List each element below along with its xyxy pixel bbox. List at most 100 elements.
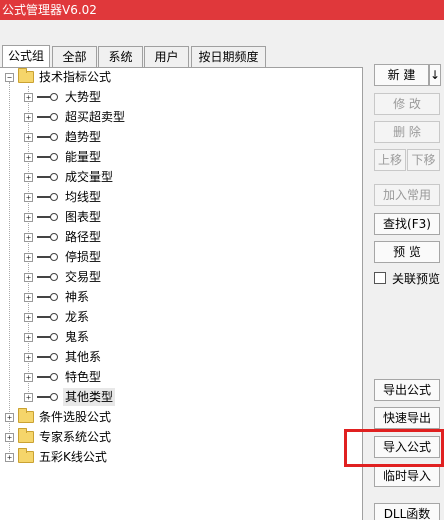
tree-node-label: 五彩K线公式 <box>39 450 107 464</box>
key-icon <box>37 92 59 102</box>
expand-icon[interactable]: + <box>24 92 33 102</box>
move-up-button[interactable]: 上移 <box>374 149 406 171</box>
tree-item-label: 均线型 <box>65 190 102 204</box>
expand-icon[interactable]: + <box>5 412 14 422</box>
key-icon <box>37 252 59 262</box>
tree-item[interactable]: + 神系 <box>24 287 91 307</box>
tree-node-label: 技术指标公式 <box>39 70 112 84</box>
tab-formula-group[interactable]: 公式组 <box>2 45 50 68</box>
key-icon <box>37 272 59 282</box>
key-icon <box>37 112 59 122</box>
tree-item-label: 交易型 <box>65 270 102 284</box>
delete-button[interactable]: 删 除 <box>374 121 440 143</box>
formula-tree-panel: − 技术指标公式 + 大势型 + 超买超卖型 + 趋势型 + 能量型 + 成交量型 + 均线… <box>0 67 363 520</box>
new-button[interactable]: 新 建 <box>374 64 429 86</box>
key-icon <box>37 332 59 342</box>
tree-item[interactable]: + 能量型 <box>24 147 103 167</box>
expand-icon[interactable]: + <box>24 312 33 322</box>
tree-item-label-selected: 其他类型 <box>63 388 116 406</box>
expand-icon[interactable]: + <box>24 252 33 262</box>
key-icon <box>37 132 59 142</box>
expand-icon[interactable]: + <box>24 232 33 242</box>
tree-item[interactable]: + 成交量型 <box>24 167 115 187</box>
key-icon <box>37 352 59 362</box>
expand-icon[interactable]: + <box>24 172 33 182</box>
key-icon <box>37 292 59 302</box>
tree-item[interactable]: + 图表型 <box>24 207 103 227</box>
key-icon <box>37 192 59 202</box>
associated-preview-checkbox[interactable]: 关联预览 <box>374 270 440 286</box>
expand-icon[interactable]: + <box>5 432 14 442</box>
expand-icon[interactable]: + <box>24 132 33 142</box>
tab-by-date-frequency[interactable]: 按日期频度 <box>191 46 266 68</box>
key-icon <box>37 372 59 382</box>
tree-item[interactable]: + 停损型 <box>24 247 103 267</box>
new-dropdown-arrow-icon[interactable]: ↓ <box>429 64 441 86</box>
tree-item[interactable]: + 路径型 <box>24 227 103 247</box>
tree-item-label: 神系 <box>65 290 90 304</box>
expand-icon[interactable]: + <box>24 352 33 362</box>
export-formula-button[interactable]: 导出公式 <box>374 379 440 401</box>
tree-root-line <box>9 82 10 458</box>
collapse-icon[interactable]: − <box>5 72 14 82</box>
tree-item-label: 其他系 <box>65 350 102 364</box>
key-icon <box>37 232 59 242</box>
expand-icon[interactable]: + <box>24 192 33 202</box>
tree-item-label: 龙系 <box>65 310 90 324</box>
key-icon <box>37 152 59 162</box>
tree-node-stock-screening[interactable]: + 条件选股公式 <box>5 407 113 427</box>
folder-icon <box>18 448 34 463</box>
find-button[interactable]: 查找(F3) <box>374 213 440 235</box>
tree-node-label: 条件选股公式 <box>39 410 112 424</box>
tree-item[interactable]: + 其他类型 <box>24 387 116 407</box>
tree-node-label: 专家系统公式 <box>39 430 112 444</box>
move-down-button[interactable]: 下移 <box>407 149 440 171</box>
expand-icon[interactable]: + <box>24 272 33 282</box>
tree-item[interactable]: + 特色型 <box>24 367 103 387</box>
tree-item-label: 能量型 <box>65 150 102 164</box>
tree-item[interactable]: + 均线型 <box>24 187 103 207</box>
tree-item-label: 鬼系 <box>65 330 90 344</box>
tree-item-label: 特色型 <box>65 370 102 384</box>
tab-system[interactable]: 系统 <box>98 46 143 68</box>
tree-item[interactable]: + 龙系 <box>24 307 91 327</box>
tree-item[interactable]: + 大势型 <box>24 87 103 107</box>
dll-function-button[interactable]: DLL函数 <box>374 503 440 520</box>
tree-item-label: 停损型 <box>65 250 102 264</box>
key-icon <box>37 312 59 322</box>
tree-item-label: 成交量型 <box>65 170 114 184</box>
expand-icon[interactable]: + <box>24 392 33 402</box>
key-icon <box>37 172 59 182</box>
edit-button[interactable]: 修 改 <box>374 93 440 115</box>
tree-node-colored-kline[interactable]: + 五彩K线公式 <box>5 447 109 467</box>
tree-node-expert-system[interactable]: + 专家系统公式 <box>5 427 113 447</box>
temp-import-button[interactable]: 临时导入 <box>374 465 440 487</box>
expand-icon[interactable]: + <box>24 212 33 222</box>
add-to-common-button[interactable]: 加入常用 <box>374 184 440 206</box>
folder-icon <box>18 408 34 423</box>
expand-icon[interactable]: + <box>24 332 33 342</box>
window-title: 公式管理器V6.02 <box>0 0 444 20</box>
tree-item-label: 超买超卖型 <box>65 110 126 124</box>
tree-item-label: 图表型 <box>65 210 102 224</box>
tree-node-technical-indicators[interactable]: − 技术指标公式 <box>5 67 113 87</box>
checkbox-box[interactable] <box>374 272 386 284</box>
tree-item[interactable]: + 其他系 <box>24 347 103 367</box>
expand-icon[interactable]: + <box>24 292 33 302</box>
expand-icon[interactable]: + <box>5 452 14 462</box>
tree-item-label: 大势型 <box>65 90 102 104</box>
tab-user[interactable]: 用户 <box>144 46 189 68</box>
tree-item[interactable]: + 趋势型 <box>24 127 103 147</box>
expand-icon[interactable]: + <box>24 152 33 162</box>
tree-item[interactable]: + 超买超卖型 <box>24 107 127 127</box>
key-icon <box>37 212 59 222</box>
quick-export-button[interactable]: 快速导出 <box>374 407 440 429</box>
tree-item-label: 路径型 <box>65 230 102 244</box>
expand-icon[interactable]: + <box>24 372 33 382</box>
folder-icon <box>18 68 34 83</box>
expand-icon[interactable]: + <box>24 112 33 122</box>
preview-button[interactable]: 预 览 <box>374 241 440 263</box>
tab-all[interactable]: 全部 <box>52 46 97 68</box>
tree-item[interactable]: + 鬼系 <box>24 327 91 347</box>
tree-item[interactable]: + 交易型 <box>24 267 103 287</box>
